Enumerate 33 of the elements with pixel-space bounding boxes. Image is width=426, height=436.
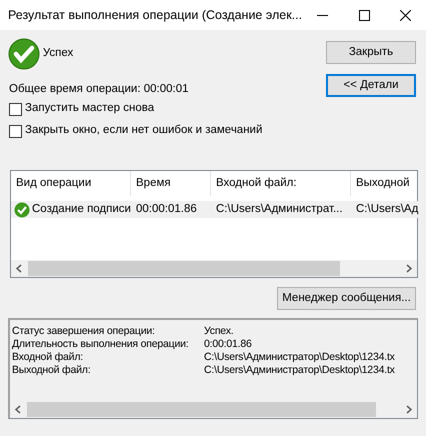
detail-label: Статус завершения операции: (12, 325, 156, 338)
total-time-text: Общее время операции: 00:00:01 (9, 83, 188, 95)
message-manager-button[interactable]: Менеджер сообщения... (277, 287, 416, 310)
window-title: Результат выполнения операции (Создание элек... (7, 6, 302, 24)
detail-value: C:\Users\Администратор\Desktop\1234.tx (204, 364, 395, 377)
maximize-icon[interactable] (358, 10, 370, 20)
table-cell-text: 00:00:01.86 (136, 202, 197, 217)
close-icon[interactable] (400, 10, 411, 20)
close-button[interactable]: Закрыть (326, 41, 416, 64)
status-text: Успех (42, 46, 74, 62)
success-icon (8, 38, 40, 70)
column-header[interactable]: Входной файл: (211, 171, 351, 196)
column-header[interactable]: Выходной (351, 171, 417, 196)
column-header[interactable]: Время (131, 171, 211, 196)
success-icon (14, 202, 30, 218)
detail-value: C:\Users\Администратор\Desktop\1234.tx (204, 351, 395, 364)
minimize-icon[interactable] (317, 14, 328, 16)
scrollbar-thumb[interactable] (28, 261, 340, 276)
detail-label: Входной файл: (12, 351, 84, 364)
detail-value: 0:00:01.86 (204, 338, 252, 351)
column-header[interactable]: Вид операции (11, 171, 131, 196)
checkbox[interactable] (9, 124, 22, 138)
detail-label: Длительность выполнения операции: (12, 338, 190, 351)
table-cell-text: C:\Users\Администрат... (216, 202, 343, 217)
checkbox-label[interactable]: Закрыть окно, если нет ошибок и замечаний (25, 122, 262, 140)
table-cell-text: C:\Users\Ад (356, 202, 418, 217)
detail-value: Успех. (204, 325, 234, 338)
detail-label: Выходной файл: (12, 364, 92, 377)
checkbox[interactable] (9, 102, 22, 116)
scrollbar-thumb[interactable] (27, 402, 376, 417)
operation-name: Создание подписи (32, 202, 131, 217)
checkbox-label[interactable]: Запустить мастер снова (25, 100, 154, 118)
details-button[interactable]: << Детали (326, 74, 416, 97)
